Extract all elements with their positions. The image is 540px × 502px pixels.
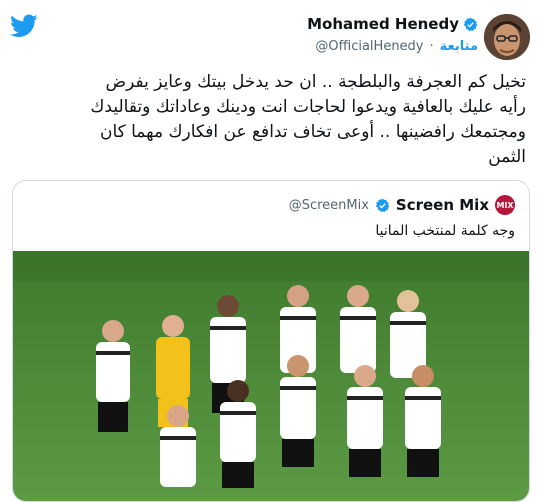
quoted-text: وجه كلمة لمنتخب المانيا <box>375 223 515 239</box>
verified-badge-icon <box>463 17 478 31</box>
follow-button[interactable]: متابعة <box>440 39 478 54</box>
author-avatar[interactable] <box>484 14 530 60</box>
tweet-card: Mohamed Henedy @OfficialHenedy · متابعة … <box>0 0 540 502</box>
quoted-author: @ScreenMix Screen Mix MIX <box>289 195 515 215</box>
tweet-text-line: الثمن <box>488 147 526 167</box>
quoted-tweet[interactable]: @ScreenMix Screen Mix MIX وجه كلمة لمنتخ… <box>12 180 530 502</box>
author-handle[interactable]: @OfficialHenedy <box>315 39 423 54</box>
quoted-avatar: MIX <box>495 195 515 215</box>
quoted-author-name: Screen Mix <box>395 196 489 214</box>
team-photo[interactable] <box>13 251 529 501</box>
quoted-handle: @ScreenMix <box>288 197 369 213</box>
twitter-bird-icon[interactable] <box>10 14 38 38</box>
author-name[interactable]: Mohamed Henedy <box>307 15 459 33</box>
verified-badge-icon <box>375 198 390 212</box>
tweet-author: Mohamed Henedy @OfficialHenedy · متابعة <box>307 15 478 54</box>
tweet-text: تخيل كم العجرفة والبلطجة .. ان حد يدخل ب… <box>20 70 526 170</box>
author-avatar-image <box>484 14 530 60</box>
tweet-text-line: رأيه عليك بالعافية ويدعوا لحاجات انت ودي… <box>90 97 526 117</box>
tweet-text-line: ومجتمعك رافضينها .. أوعى تخاف تدافع عن ا… <box>99 122 526 142</box>
tweet-text-line: تخيل كم العجرفة والبلطجة .. ان حد يدخل ب… <box>105 72 526 92</box>
